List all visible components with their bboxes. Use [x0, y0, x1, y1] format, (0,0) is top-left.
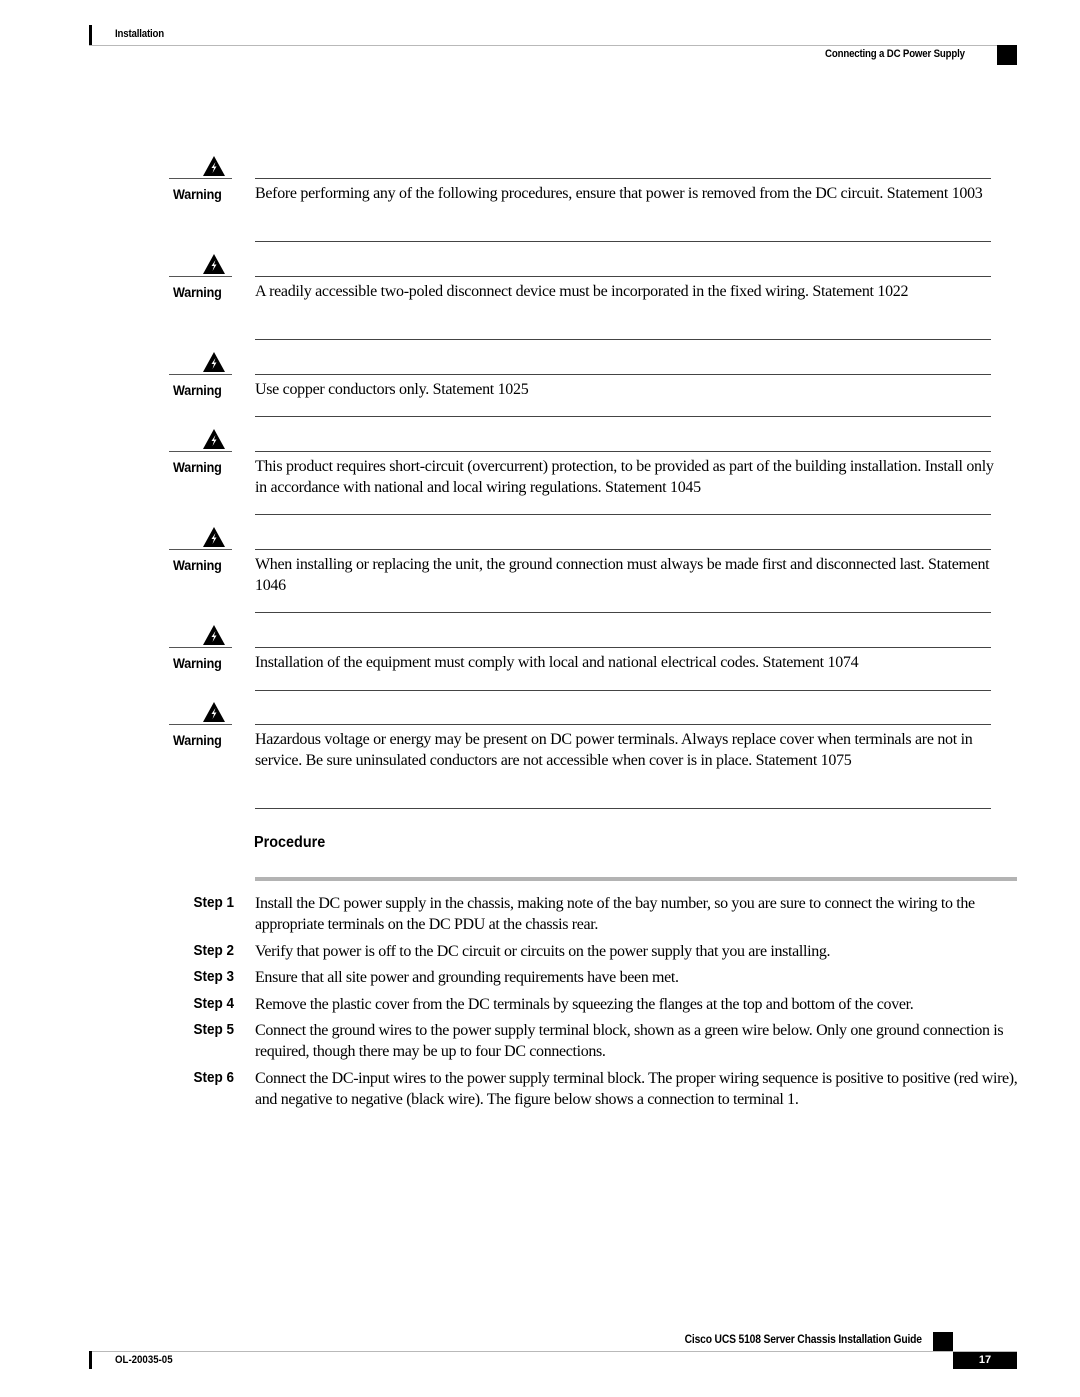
procedure-rule — [255, 877, 1017, 881]
warning-triangle-icon — [203, 352, 225, 372]
footer-doc-number: OL-20035-05 — [115, 1354, 173, 1366]
step-label: Step 3 — [193, 968, 234, 985]
step-text: Install the DC power supply in the chass… — [255, 895, 975, 933]
warning-top-rule — [255, 276, 991, 277]
header-chapter: Installation — [115, 28, 164, 40]
warning-bottom-rule — [255, 612, 991, 613]
warning-top-rule — [255, 374, 991, 375]
warning-bottom-rule — [255, 416, 991, 417]
warning-top-rule — [255, 451, 991, 452]
warning-bottom-rule — [255, 339, 991, 340]
step-text: Verify that power is off to the DC circu… — [255, 943, 831, 960]
warning-bottom-rule — [255, 808, 991, 809]
warning-icon-rule — [169, 178, 232, 179]
warning-top-rule — [255, 724, 991, 725]
warning-text: Before performing any of the following p… — [255, 185, 983, 202]
step-label: Step 1 — [193, 894, 234, 911]
warning-top-rule — [255, 549, 991, 550]
footer-page-number: 17 — [953, 1352, 1017, 1369]
warning-text: Installation of the equipment must compl… — [255, 654, 859, 671]
warning-triangle-icon — [203, 527, 225, 547]
warning-label: Warning — [173, 732, 222, 748]
step-label: Step 5 — [193, 1021, 234, 1038]
warning-text: When installing or replacing the unit, t… — [255, 556, 990, 594]
warning-triangle-icon — [203, 702, 225, 722]
warning-icon-rule — [169, 374, 232, 375]
warning-icon-rule — [169, 647, 232, 648]
step-text: Connect the DC-input wires to the power … — [255, 1070, 1018, 1108]
warning-bottom-rule — [255, 241, 991, 242]
warning-bottom-rule — [255, 690, 991, 691]
step-text: Remove the plastic cover from the DC ter… — [255, 996, 914, 1013]
header-rule — [89, 45, 1017, 46]
footer-block — [933, 1332, 953, 1352]
warning-icon-rule — [169, 549, 232, 550]
warning-triangle-icon — [203, 625, 225, 645]
warning-icon-rule — [169, 451, 232, 452]
header-section: Connecting a DC Power Supply — [825, 48, 965, 60]
warning-text: This product requires short-circuit (ove… — [255, 458, 994, 496]
warning-icon-rule — [169, 276, 232, 277]
warning-label: Warning — [173, 655, 222, 671]
step-label: Step 4 — [193, 995, 234, 1012]
warning-label: Warning — [173, 459, 222, 475]
warning-triangle-icon — [203, 156, 225, 176]
footer-bar — [89, 1351, 92, 1369]
warning-icon-rule — [169, 724, 232, 725]
warning-triangle-icon — [203, 429, 225, 449]
footer-rule — [89, 1351, 1017, 1352]
warning-text: Use copper conductors only. Statement 10… — [255, 381, 529, 398]
procedure-title: Procedure — [254, 834, 326, 851]
warning-label: Warning — [173, 382, 222, 398]
warning-text: Hazardous voltage or energy may be prese… — [255, 731, 973, 769]
step-label: Step 6 — [193, 1069, 234, 1086]
warning-label: Warning — [173, 186, 222, 202]
header-block — [997, 45, 1017, 65]
warning-label: Warning — [173, 557, 222, 573]
warning-top-rule — [255, 178, 991, 179]
step-label: Step 2 — [193, 942, 234, 959]
warning-top-rule — [255, 647, 991, 648]
warning-bottom-rule — [255, 514, 991, 515]
warning-triangle-icon — [203, 254, 225, 274]
header-bar — [89, 25, 92, 45]
step-text: Ensure that all site power and grounding… — [255, 969, 679, 986]
step-text: Connect the ground wires to the power su… — [255, 1022, 1004, 1060]
warning-label: Warning — [173, 284, 222, 300]
footer-guide-title: Cisco UCS 5108 Server Chassis Installati… — [684, 1332, 922, 1346]
warning-text: A readily accessible two-poled disconnec… — [255, 283, 909, 300]
